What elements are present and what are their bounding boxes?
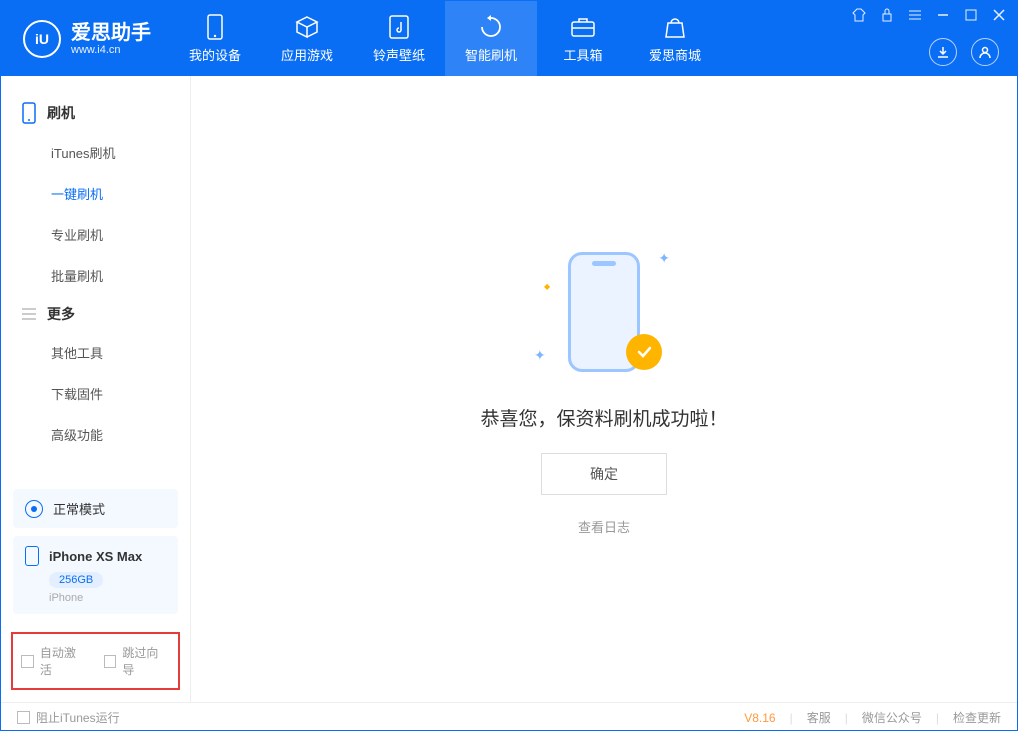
- footer: 阻止iTunes运行 V8.16 | 客服 | 微信公众号 | 检查更新: [1, 702, 1017, 732]
- app-logo: iU 爱思助手 www.i4.cn: [1, 20, 169, 58]
- logo-icon: iU: [23, 20, 61, 58]
- sidebar-item-one-click-flash[interactable]: 一键刷机: [1, 173, 190, 214]
- tab-label: 爱思商城: [649, 45, 701, 64]
- tab-label: 智能刷机: [465, 45, 517, 64]
- checkbox-label: 阻止iTunes运行: [36, 709, 120, 726]
- support-link[interactable]: 客服: [807, 709, 831, 726]
- mode-label: 正常模式: [53, 499, 105, 518]
- group-title: 更多: [47, 304, 75, 324]
- checkbox-icon: [21, 655, 34, 668]
- tab-label: 铃声壁纸: [373, 45, 425, 64]
- checkbox-label: 跳过向导: [122, 644, 170, 678]
- checkbox-skip-guide[interactable]: 跳过向导: [104, 644, 171, 678]
- sidebar-item-pro-flash[interactable]: 专业刷机: [1, 214, 190, 255]
- device-name: iPhone XS Max: [49, 549, 142, 564]
- tab-toolbox[interactable]: 工具箱: [537, 1, 629, 76]
- lock-icon[interactable]: [879, 7, 895, 23]
- window-controls: [851, 7, 1007, 23]
- separator: |: [790, 711, 793, 725]
- sparkle-icon: ✦: [534, 347, 546, 364]
- body: 刷机 iTunes刷机 一键刷机 专业刷机 批量刷机 更多 其他工具 下载固件 …: [1, 76, 1017, 702]
- sidebar-group-more: 更多: [1, 296, 190, 332]
- main-content: ✦ ✦ ◆ 恭喜您，保资料刷机成功啦！ 确定 查看日志: [191, 76, 1017, 702]
- device-phone-icon: [25, 546, 39, 566]
- sidebar-item-batch-flash[interactable]: 批量刷机: [1, 255, 190, 296]
- header: iU 爱思助手 www.i4.cn 我的设备 应用游戏 铃声壁纸 智能刷机 工具…: [1, 1, 1017, 76]
- tab-smart-flash[interactable]: 智能刷机: [445, 1, 537, 76]
- checkbox-icon: [17, 711, 30, 724]
- tab-ringtone-wallpaper[interactable]: 铃声壁纸: [353, 1, 445, 76]
- menu-icon[interactable]: [907, 7, 923, 23]
- sidebar-item-itunes-flash[interactable]: iTunes刷机: [1, 132, 190, 173]
- sidebar-item-advanced[interactable]: 高级功能: [1, 414, 190, 455]
- checkbox-block-itunes[interactable]: 阻止iTunes运行: [17, 709, 120, 726]
- separator: |: [845, 711, 848, 725]
- checkbox-label: 自动激活: [40, 644, 88, 678]
- device-name-row: iPhone XS Max: [25, 546, 166, 566]
- sparkle-icon: ✦: [658, 250, 670, 267]
- app-name: 爱思助手: [71, 22, 151, 44]
- success-check-icon: [626, 334, 662, 370]
- bag-icon: [663, 13, 687, 41]
- refresh-icon: [478, 13, 504, 41]
- user-button[interactable]: [971, 38, 999, 66]
- close-button[interactable]: [991, 7, 1007, 23]
- view-log-link[interactable]: 查看日志: [578, 517, 630, 536]
- wechat-link[interactable]: 微信公众号: [862, 709, 922, 726]
- mode-box[interactable]: 正常模式: [13, 489, 178, 528]
- tab-my-device[interactable]: 我的设备: [169, 1, 261, 76]
- music-file-icon: [388, 13, 410, 41]
- success-illustration: ✦ ✦ ◆: [534, 242, 674, 382]
- footer-right: V8.16 | 客服 | 微信公众号 | 检查更新: [744, 709, 1001, 726]
- confirm-button[interactable]: 确定: [541, 453, 667, 495]
- check-update-link[interactable]: 检查更新: [953, 709, 1001, 726]
- success-message: 恭喜您，保资料刷机成功啦！: [480, 404, 727, 431]
- checkbox-icon: [104, 655, 117, 668]
- tab-apps-games[interactable]: 应用游戏: [261, 1, 353, 76]
- sidebar: 刷机 iTunes刷机 一键刷机 专业刷机 批量刷机 更多 其他工具 下载固件 …: [1, 76, 191, 702]
- group-title: 刷机: [47, 103, 75, 123]
- toolbox-icon: [570, 13, 596, 41]
- list-icon: [21, 307, 37, 321]
- mode-indicator-icon: [25, 500, 43, 518]
- sparkle-icon: ◆: [544, 282, 550, 291]
- storage-badge: 256GB: [49, 572, 103, 588]
- minimize-button[interactable]: [935, 7, 951, 23]
- cube-icon: [294, 13, 320, 41]
- tshirt-icon[interactable]: [851, 7, 867, 23]
- tab-store[interactable]: 爱思商城: [629, 1, 721, 76]
- version-label: V8.16: [744, 711, 775, 725]
- maximize-button[interactable]: [963, 7, 979, 23]
- header-right-buttons: [929, 38, 999, 66]
- sidebar-item-download-firmware[interactable]: 下载固件: [1, 373, 190, 414]
- sidebar-item-other-tools[interactable]: 其他工具: [1, 332, 190, 373]
- tab-label: 工具箱: [563, 45, 602, 64]
- device-type: iPhone: [49, 592, 166, 604]
- tab-label: 应用游戏: [281, 45, 333, 64]
- device-icon: [206, 13, 224, 41]
- separator: |: [936, 711, 939, 725]
- app-url: www.i4.cn: [71, 44, 151, 56]
- header-tabs: 我的设备 应用游戏 铃声壁纸 智能刷机 工具箱 爱思商城: [169, 1, 721, 76]
- phone-icon: [21, 102, 37, 124]
- tab-label: 我的设备: [189, 45, 241, 64]
- svg-text:iU: iU: [35, 31, 49, 47]
- sidebar-group-flash: 刷机: [1, 94, 190, 132]
- highlighted-checkbox-row: 自动激活 跳过向导: [11, 632, 180, 690]
- device-box[interactable]: iPhone XS Max 256GB iPhone: [13, 536, 178, 614]
- download-button[interactable]: [929, 38, 957, 66]
- checkbox-auto-activate[interactable]: 自动激活: [21, 644, 88, 678]
